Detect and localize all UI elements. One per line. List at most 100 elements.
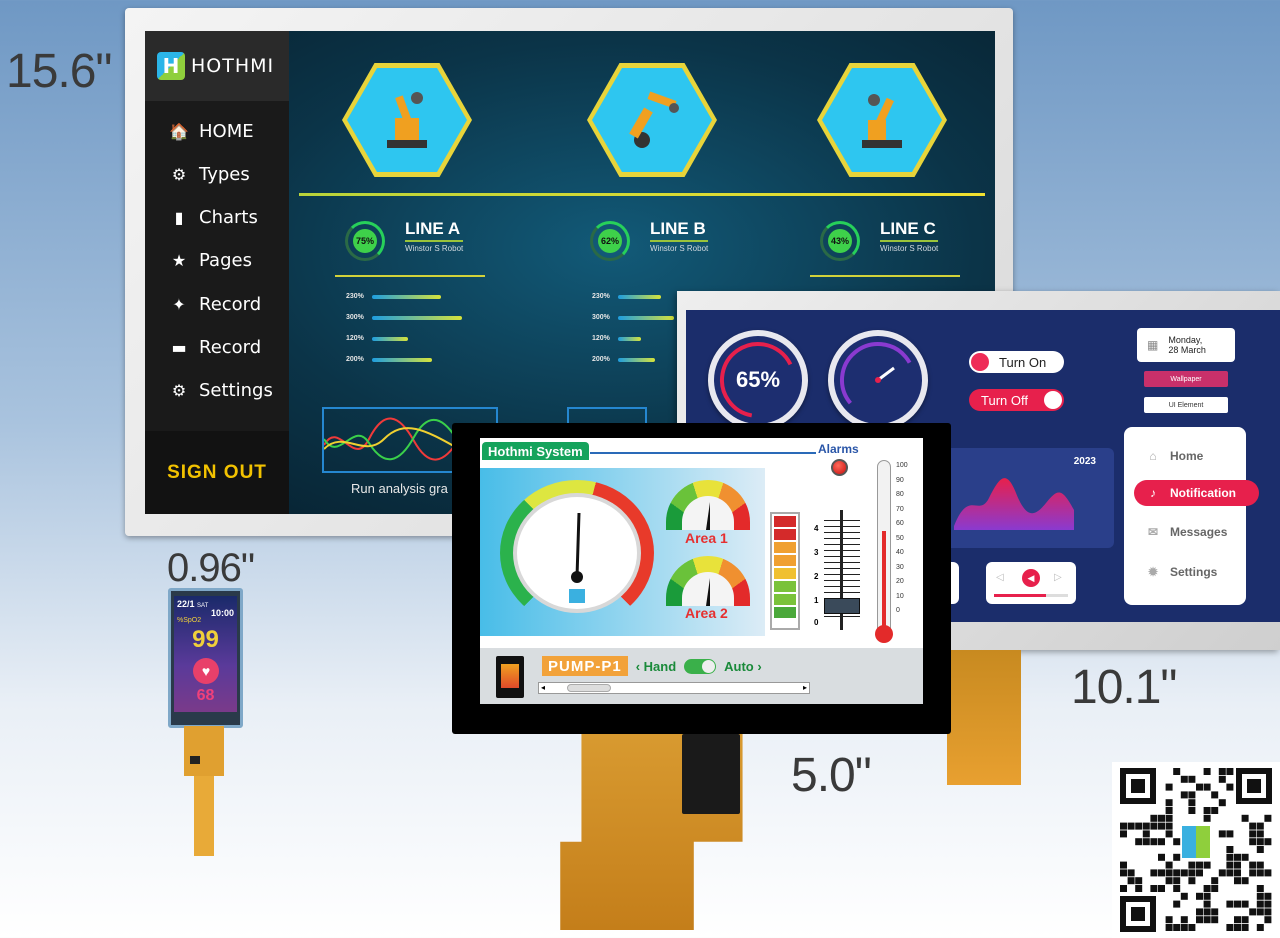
robot-arm-icon — [387, 92, 427, 148]
pump-device-icon — [496, 656, 524, 698]
sidebar-item-pages[interactable]: ★ Pages — [169, 250, 252, 271]
home-icon: ⌂ — [1149, 449, 1157, 463]
thermometer-tick: 30 — [896, 563, 904, 571]
slider-thumb[interactable] — [824, 598, 860, 614]
sidebar-item-label: Charts — [199, 207, 258, 228]
ui-element-button[interactable]: UI Element — [1144, 397, 1228, 413]
scroll-right-icon[interactable]: ▸ — [803, 683, 807, 692]
side-menu: ⌂ Home ♪ Notification ✉ Messages ✹ Settings — [1124, 427, 1259, 605]
pump-name: PUMP-P1 — [542, 656, 628, 676]
toggle-label: Turn Off — [981, 392, 1028, 408]
size-label-15-6: 15.6" — [6, 45, 112, 98]
thermometer-tick: 10 — [896, 592, 904, 600]
menu-item-settings[interactable]: ✹ Settings — [1144, 565, 1217, 579]
robot-hex-b[interactable] — [587, 63, 717, 177]
turn-off-toggle[interactable]: Turn Off — [969, 389, 1064, 411]
robot-arm-icon — [629, 91, 679, 148]
folder-icon: ▬ — [171, 338, 187, 357]
play-icon[interactable]: ◀ — [1022, 569, 1040, 587]
progress-bar — [371, 294, 441, 299]
hand-auto-toggle[interactable] — [684, 658, 717, 674]
pump-bar: PUMP-P1 ‹ Hand Auto › ◂ ▸ — [480, 648, 923, 704]
bar-chart-icon: ▮ — [174, 208, 184, 227]
underline — [810, 275, 960, 277]
thermometer-tick: 40 — [896, 549, 904, 556]
line-a-header: LINE A Winstor S Robot — [405, 219, 464, 253]
progress-bar-row: 300% — [346, 314, 462, 321]
pin-icon: ✦ — [172, 295, 186, 314]
thermometer-tick: 0 — [896, 607, 900, 614]
heart-rate-value: 68 — [196, 687, 215, 704]
bell-icon: ♪ — [1150, 486, 1156, 500]
mail-icon: ✉ — [1147, 525, 1159, 539]
progress-bar — [617, 315, 674, 320]
sidebar-item-record-pin[interactable]: ✦ Record — [169, 294, 261, 315]
toggle-label: Turn On — [999, 354, 1047, 370]
date-widget: ▦ Monday, 28 March — [1137, 328, 1235, 362]
gauge-value: 65% — [735, 367, 781, 392]
sign-out-button[interactable]: SIGN OUT — [145, 431, 289, 514]
progress-bar — [617, 336, 641, 341]
area-chart: 2023 — [934, 448, 1114, 548]
scroll-thumb[interactable] — [567, 684, 611, 692]
speed-gauge — [828, 330, 928, 430]
menu-item-notification[interactable]: ♪ Notification — [1144, 486, 1236, 500]
sidebar-item-charts[interactable]: ▮ Charts — [169, 207, 258, 228]
menu-item-home[interactable]: ⌂ Home — [1144, 449, 1203, 463]
size-label-5-0: 5.0" — [791, 749, 872, 802]
auto-label[interactable]: Auto › — [724, 659, 762, 674]
sidebar-item-label: HOME — [199, 121, 254, 142]
hmi-screen-5-0: Hothmi System Alarms Area 1 Area 2 4 3 2… — [480, 438, 923, 704]
prev-icon[interactable]: ◁ — [996, 572, 1004, 583]
main-gauge — [500, 480, 654, 626]
media-player[interactable]: ◁ ◀ ▷ — [986, 562, 1076, 604]
divider — [299, 193, 985, 196]
title-line — [590, 452, 816, 454]
progress-bar — [617, 357, 655, 362]
robot-arm-icon — [862, 94, 902, 148]
hothmi-logo-icon: H — [157, 52, 185, 80]
progress-ring-b: 62% — [590, 221, 630, 261]
progress-ring-a: 75% — [345, 221, 385, 261]
scroll-left-icon[interactable]: ◂ — [541, 683, 545, 692]
sidebar-item-types[interactable]: ⚙ Types — [169, 164, 250, 185]
system-title: Hothmi System — [482, 442, 589, 460]
vertical-slider[interactable]: 4 3 2 1 0 — [814, 510, 864, 632]
progress-bar-row: 200% — [346, 356, 432, 363]
line-b-header: LINE B Winstor S Robot — [650, 219, 709, 253]
sidebar-item-label: Record — [199, 337, 262, 358]
area2-gauge — [666, 556, 750, 606]
hmi-screen-0-96: 22/1 SAT 10:00 %SpO2 99 ♥ 68 — [174, 596, 237, 712]
flex-cable — [947, 650, 1021, 785]
thermometer-tick: 90 — [896, 476, 904, 484]
area1-label: Area 1 — [685, 530, 728, 546]
bar-label: 120% — [346, 335, 364, 342]
sidebar-item-record-folder[interactable]: ▬ Record — [169, 337, 261, 358]
spo2-value: 99 — [192, 626, 219, 653]
turn-on-toggle[interactable]: Turn On — [969, 351, 1064, 373]
gear-icon: ⚙ — [171, 381, 187, 400]
robot-hex-c[interactable] — [817, 63, 947, 177]
thermometer-tick: 80 — [896, 491, 904, 498]
bar-label: 200% — [592, 356, 610, 363]
progress-ring-c: 43% — [820, 221, 860, 261]
horizontal-scrollbar[interactable]: ◂ ▸ — [538, 682, 810, 694]
sidebar-item-label: Record — [199, 294, 262, 315]
sidebar-item-home[interactable]: 🏠 HOME — [169, 121, 254, 142]
alarm-lamp[interactable] — [831, 459, 848, 476]
qr-code[interactable] — [1112, 762, 1280, 938]
area1-gauge — [666, 480, 750, 530]
next-icon[interactable]: ▷ — [1054, 572, 1062, 583]
sidebar-item-settings[interactable]: ⚙ Settings — [169, 380, 273, 401]
robot-hex-a[interactable] — [342, 63, 472, 177]
bar-label: 300% — [592, 314, 610, 321]
wallpaper-button[interactable]: Wallpaper — [1144, 371, 1228, 387]
thermometer-tick: 60 — [896, 520, 904, 527]
watch-time: 10:00 — [210, 608, 234, 618]
hand-label[interactable]: ‹ Hand — [636, 659, 676, 674]
line-c-header: LINE C Winstor S Robot — [880, 219, 939, 253]
display-0-96: 22/1 SAT 10:00 %SpO2 99 ♥ 68 — [168, 588, 243, 728]
sidebar-item-label: Types — [199, 164, 250, 185]
progress-bar-row: 230% — [346, 293, 441, 300]
menu-item-messages[interactable]: ✉ Messages — [1144, 525, 1227, 539]
